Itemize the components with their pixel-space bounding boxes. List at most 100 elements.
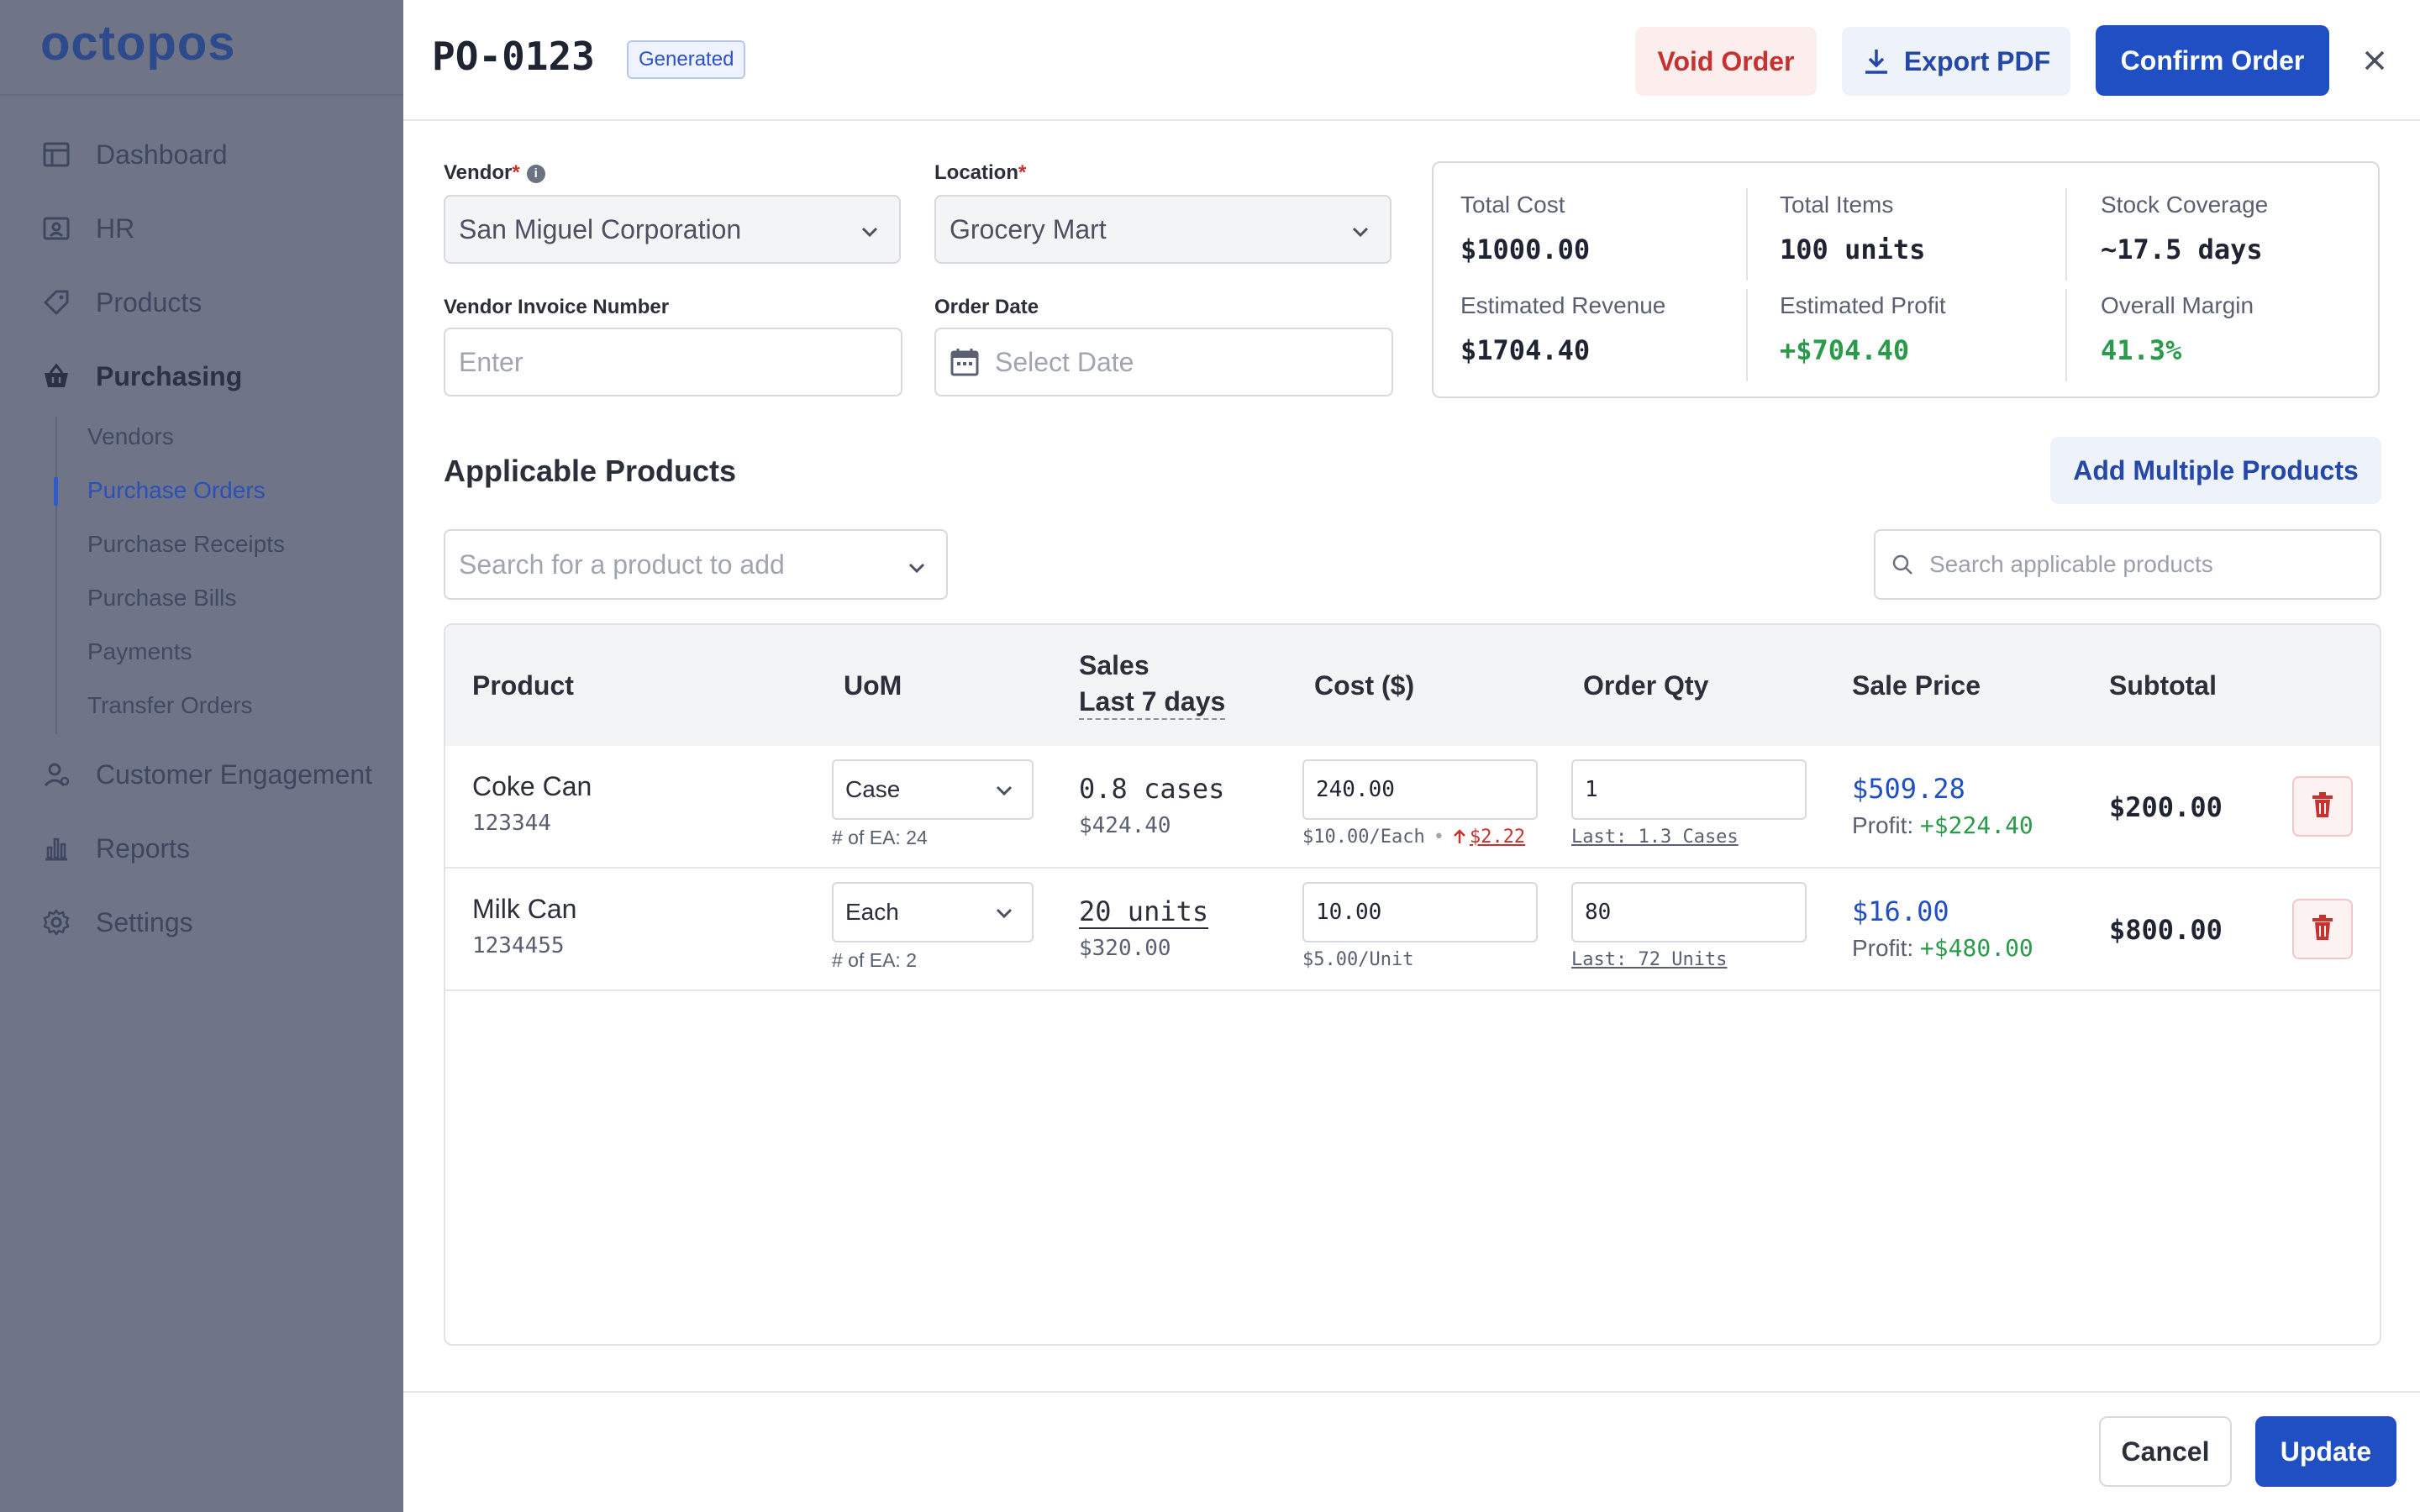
app-logo: octopos	[40, 16, 236, 71]
sidebar-item-dashboard[interactable]: Dashboard	[40, 134, 228, 175]
sidebar-item-label: HR	[96, 213, 135, 244]
sidebar-item-hr[interactable]: HR	[40, 208, 134, 249]
applicable-products-search-input[interactable]: Search applicable products	[1874, 529, 2381, 600]
sidebar-item-customer-engagement[interactable]: Customer Engagement	[40, 754, 372, 795]
applicable-search-placeholder: Search applicable products	[1929, 551, 2213, 577]
product-sku: 1234455	[472, 933, 565, 958]
col-subtotal[interactable]: Subtotal	[2109, 670, 2217, 701]
product-sku: 123344	[472, 811, 551, 836]
delete-row-button[interactable]	[2292, 776, 2353, 837]
close-icon[interactable]	[2353, 39, 2396, 82]
col-order-qty[interactable]: Order Qty	[1583, 670, 1708, 701]
order-date-picker[interactable]: Select Date	[934, 328, 1393, 396]
vendor-label: Vendor* i	[444, 161, 545, 185]
stat-divider	[2065, 289, 2067, 381]
dashboard-icon	[40, 139, 72, 171]
cancel-button[interactable]: Cancel	[2099, 1416, 2232, 1487]
sidebar-sub-purchase-orders[interactable]: Purchase Orders	[87, 477, 266, 504]
cost-increase[interactable]: $2.22	[1453, 827, 1525, 848]
table-row: Coke Can 123344 Case # of EA: 24 0.8 cas…	[445, 746, 2380, 869]
product-search-select[interactable]: Search for a product to add	[444, 529, 948, 600]
location-select[interactable]: Grocery Mart	[934, 195, 1392, 264]
product-cell: Milk Can 1234455	[472, 894, 576, 958]
sidebar-item-products[interactable]: Products	[40, 282, 202, 323]
last-order-link[interactable]: Last: 72 Units	[1571, 949, 1727, 970]
col-sales[interactable]: Sales Last 7 days	[1079, 650, 1226, 720]
sidebar-item-purchasing[interactable]: Purchasing	[40, 356, 242, 396]
trash-icon	[2310, 914, 2335, 945]
invoice-number-label: Vendor Invoice Number	[444, 296, 670, 318]
ea-count: # of EA: 2	[832, 949, 918, 971]
tag-icon	[40, 286, 72, 318]
sales-quantity: 0.8 cases	[1079, 773, 1225, 805]
chevron-down-icon	[993, 902, 1015, 930]
uom-select[interactable]: Case	[832, 759, 1034, 820]
product-name: Milk Can	[472, 894, 577, 924]
sidebar: octopos Dashboard HR Products Purchasing…	[0, 0, 403, 1512]
status-badge: Generated	[627, 40, 746, 79]
sidebar-sub-purchase-receipts[interactable]: Purchase Receipts	[87, 531, 285, 558]
stat-divider	[1746, 188, 1748, 281]
col-product[interactable]: Product	[472, 670, 574, 701]
gear-icon	[40, 906, 72, 938]
sidebar-sub-transfer-orders[interactable]: Transfer Orders	[87, 692, 253, 719]
cost-unit-info: $5.00/Unit	[1302, 949, 1414, 970]
cost-input[interactable]: 10.00	[1302, 882, 1538, 942]
vendor-invoice-input[interactable]: Enter	[444, 328, 902, 396]
sale-price[interactable]: $16.00	[1852, 895, 2033, 927]
sales-value: $424.40	[1079, 813, 1171, 838]
export-pdf-button[interactable]: Export PDF	[1842, 27, 2070, 96]
void-order-button[interactable]: Void Order	[1635, 27, 1817, 96]
row-subtotal: $200.00	[2109, 791, 2223, 823]
sales-quantity-link[interactable]: 20 units	[1079, 895, 1209, 929]
update-button[interactable]: Update	[2255, 1416, 2396, 1487]
cost-input[interactable]: 240.00	[1302, 759, 1538, 820]
sale-price-cell: $509.28 Profit: +$224.40	[1852, 773, 2033, 839]
stat-divider	[1746, 289, 1748, 381]
id-card-icon	[40, 213, 72, 244]
row-profit: Profit: +$480.00	[1852, 934, 2033, 962]
sidebar-sub-purchase-bills[interactable]: Purchase Bills	[87, 585, 236, 612]
col-cost[interactable]: Cost ($)	[1314, 670, 1414, 701]
order-date-placeholder: Select Date	[995, 346, 1134, 377]
order-qty-input[interactable]: 1	[1571, 759, 1807, 820]
sales-cell: 0.8 cases $424.40	[1079, 773, 1224, 838]
header-divider	[403, 119, 2420, 121]
add-multiple-products-button[interactable]: Add Multiple Products	[2050, 437, 2381, 504]
chevron-down-icon	[859, 218, 881, 249]
vendor-select[interactable]: San Miguel Corporation	[444, 195, 901, 264]
order-summary-card: Total Cost $1000.00 Total Items 100 unit…	[1432, 161, 2380, 398]
download-icon	[1862, 47, 1891, 76]
sidebar-sub-payments[interactable]: Payments	[87, 638, 192, 665]
bar-chart-icon	[40, 832, 72, 864]
sales-value: $320.00	[1079, 936, 1171, 961]
confirm-order-button[interactable]: Confirm Order	[2096, 25, 2329, 96]
delete-row-button[interactable]	[2292, 899, 2353, 959]
sidebar-item-settings[interactable]: Settings	[40, 902, 193, 942]
basket-icon	[40, 360, 72, 392]
last-order-link[interactable]: Last: 1.3 Cases	[1571, 827, 1739, 848]
submenu-active-indicator	[54, 477, 58, 506]
submenu-rail	[55, 417, 57, 734]
col-sale-price[interactable]: Sale Price	[1852, 670, 1981, 701]
col-uom[interactable]: UoM	[844, 670, 902, 701]
stat-estimated-revenue: Estimated Revenue $1704.40	[1460, 292, 1666, 366]
chevron-down-icon	[993, 780, 1015, 807]
info-icon[interactable]: i	[526, 164, 545, 183]
sidebar-item-reports[interactable]: Reports	[40, 828, 190, 869]
product-name: Coke Can	[472, 771, 592, 801]
uom-select[interactable]: Each	[832, 882, 1034, 942]
stat-stock-coverage: Stock Coverage ~17.5 days	[2101, 192, 2269, 265]
sidebar-item-label: Products	[96, 286, 203, 318]
row-profit: Profit: +$224.40	[1852, 811, 2033, 839]
sidebar-sub-vendors[interactable]: Vendors	[87, 423, 174, 450]
purchase-order-panel: PO-0123 Generated Void Order Export PDF …	[403, 0, 2420, 1512]
vendor-select-value: San Miguel Corporation	[459, 213, 742, 244]
sale-price[interactable]: $509.28	[1852, 773, 2033, 805]
order-qty-input[interactable]: 80	[1571, 882, 1807, 942]
ea-count: # of EA: 24	[832, 827, 928, 848]
footer-divider	[403, 1391, 2420, 1393]
table-row: Milk Can 1234455 Each # of EA: 2 20 unit…	[445, 869, 2380, 991]
sidebar-item-label: Customer Engagement	[96, 759, 373, 790]
table-header: Product UoM Sales Last 7 days Cost ($) O…	[445, 625, 2380, 746]
